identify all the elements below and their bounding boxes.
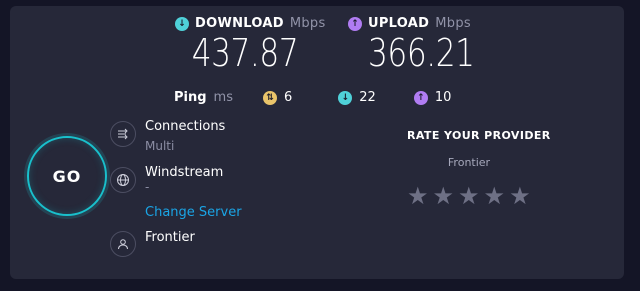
star-4-icon[interactable]: ★ xyxy=(484,184,506,208)
upload-metric: ↑ UPLOAD Mbps 366.21 xyxy=(348,16,498,73)
ping-label: Ping xyxy=(174,90,207,105)
connections-mode[interactable]: Multi xyxy=(145,139,174,153)
provider-name: Frontier xyxy=(145,230,195,245)
ping-row: Ping ms ⇅ 6 ↓ 22 ↑ 10 xyxy=(174,90,451,105)
server-name: Windstream xyxy=(145,165,224,180)
rate-provider-name: Frontier xyxy=(447,156,491,169)
rate-provider-title: RATE YOUR PROVIDER xyxy=(407,129,551,142)
upload-label: UPLOAD xyxy=(368,16,430,31)
ping-download-value: 22 xyxy=(359,90,376,105)
go-button[interactable]: GO xyxy=(27,136,107,216)
globe-icon xyxy=(110,167,136,193)
connections-title: Connections xyxy=(145,119,226,134)
download-metric: ↓ DOWNLOAD Mbps 437.87 xyxy=(175,16,326,73)
ping-upload: ↑ 10 xyxy=(413,90,452,105)
upload-unit: Mbps xyxy=(435,16,471,31)
ping-idle-value: 6 xyxy=(283,90,293,105)
star-2-icon[interactable]: ★ xyxy=(433,184,455,208)
star-rating: ★ ★ ★ ★ ★ xyxy=(407,184,531,208)
ping-download: ↓ 22 xyxy=(338,90,376,105)
results-panel: ↓ DOWNLOAD Mbps 437.87 ↑ UPLOAD Mbps 366… xyxy=(10,6,624,279)
user-icon xyxy=(110,231,136,257)
upload-speed-value: 366.21 xyxy=(368,31,475,75)
ping-idle: ⇅ 6 xyxy=(262,90,293,105)
download-label: DOWNLOAD xyxy=(195,16,284,31)
star-5-icon[interactable]: ★ xyxy=(509,184,531,208)
download-latency-icon: ↓ xyxy=(338,90,353,105)
server-location: - xyxy=(145,180,150,194)
star-3-icon[interactable]: ★ xyxy=(458,184,480,208)
star-1-icon[interactable]: ★ xyxy=(407,184,429,208)
connections-icon xyxy=(110,121,136,147)
download-speed-value: 437.87 xyxy=(191,31,299,75)
ping-upload-value: 10 xyxy=(434,90,452,105)
download-unit: Mbps xyxy=(289,16,326,31)
upload-latency-icon: ↑ xyxy=(413,90,428,105)
idle-latency-icon: ⇅ xyxy=(262,90,277,105)
upload-arrow-icon: ↑ xyxy=(348,16,362,31)
change-server-link[interactable]: Change Server xyxy=(145,205,242,220)
download-arrow-icon: ↓ xyxy=(175,16,189,31)
ping-unit: ms xyxy=(213,90,233,105)
